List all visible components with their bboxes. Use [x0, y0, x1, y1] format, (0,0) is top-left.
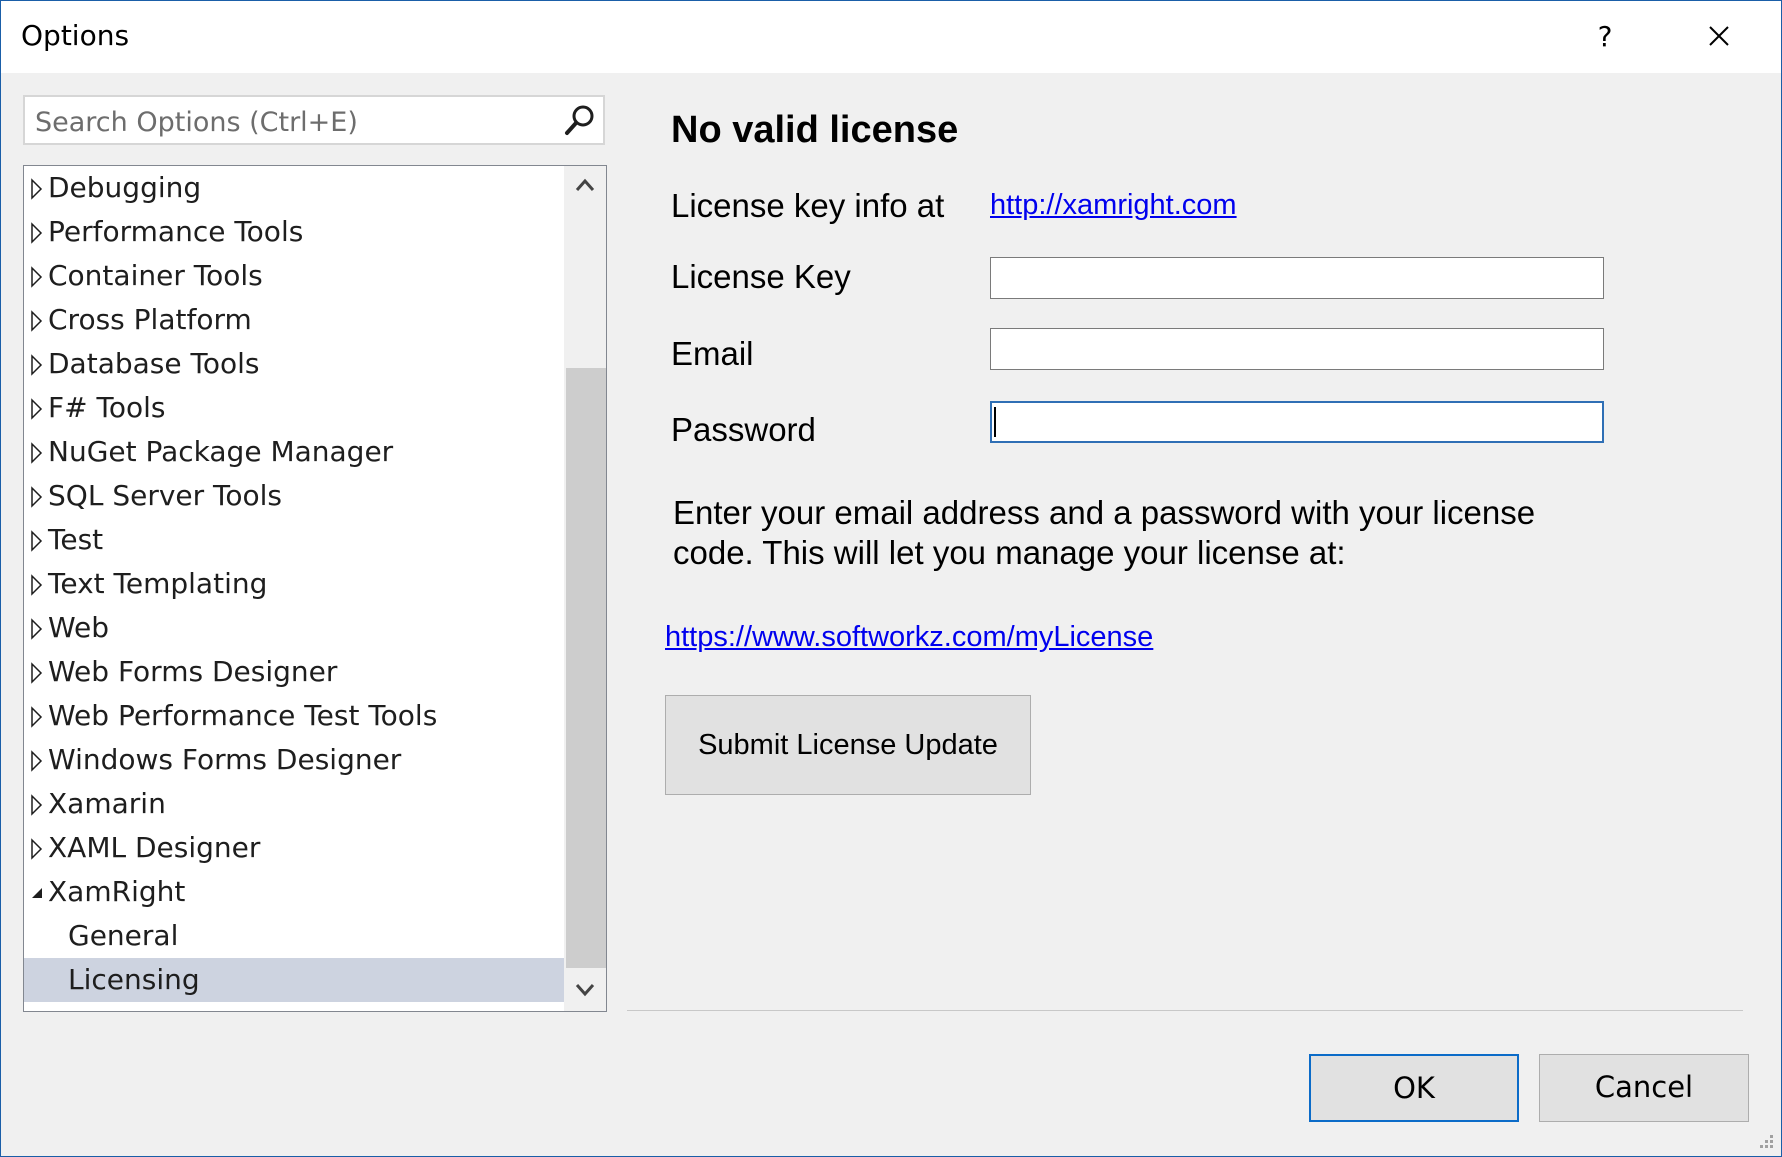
tree-item-label: Web: [48, 611, 110, 644]
scroll-thumb[interactable]: [566, 368, 606, 968]
license-key-field[interactable]: [990, 257, 1604, 299]
tree-item-label: General: [68, 919, 179, 952]
tree-item[interactable]: NuGet Package Manager: [24, 430, 564, 474]
license-description: Enter your email address and a password …: [673, 494, 1536, 571]
tree-item-label: Debugging: [48, 171, 202, 204]
tree-list: Debugging Performance Tools Container Tool…: [24, 166, 564, 1002]
password-field[interactable]: [990, 401, 1604, 443]
ok-button[interactable]: OK: [1309, 1054, 1519, 1122]
tree-item-label: Windows Forms Designer: [48, 743, 402, 776]
tree-item[interactable]: F# Tools: [24, 386, 564, 430]
collapsed-triangle-icon[interactable]: [30, 838, 44, 860]
scroll-up-button[interactable]: [564, 166, 606, 206]
close-icon: [1709, 26, 1729, 46]
collapsed-triangle-icon[interactable]: [30, 750, 44, 772]
tree-item-label: Web Performance Test Tools: [48, 699, 438, 732]
tree-item[interactable]: Xamarin: [24, 782, 564, 826]
tree-item[interactable]: SQL Server Tools: [24, 474, 564, 518]
password-label: Password: [671, 411, 816, 448]
footer-divider: [627, 1010, 1743, 1011]
tree-item-label: Xamarin: [48, 787, 166, 820]
tree-item-label: Performance Tools: [48, 215, 304, 248]
collapsed-triangle-icon[interactable]: [30, 662, 44, 684]
collapsed-triangle-icon[interactable]: [30, 442, 44, 464]
tree-item[interactable]: General: [24, 914, 564, 958]
tree-item[interactable]: Web: [24, 606, 564, 650]
search-icon[interactable]: [563, 103, 597, 137]
collapsed-triangle-icon[interactable]: [30, 178, 44, 200]
text-caret: [994, 407, 996, 437]
tree-item-label: XAML Designer: [48, 831, 261, 864]
tree-item[interactable]: XamRight: [24, 870, 564, 914]
options-dialog: Options ? Search Options (Ctrl+E) Debugg…: [0, 0, 1782, 1157]
collapsed-triangle-icon[interactable]: [30, 310, 44, 332]
help-button[interactable]: ?: [1581, 15, 1629, 59]
collapsed-triangle-icon[interactable]: [30, 398, 44, 420]
tree-item[interactable]: Text Templating: [24, 562, 564, 606]
options-tree[interactable]: Debugging Performance Tools Container Tool…: [23, 165, 607, 1012]
tree-item-label: Text Templating: [48, 567, 268, 600]
tree-item[interactable]: Test: [24, 518, 564, 562]
title-bar[interactable]: Options ?: [1, 1, 1781, 73]
tree-item[interactable]: Cross Platform: [24, 298, 564, 342]
tree-item[interactable]: Database Tools: [24, 342, 564, 386]
collapsed-triangle-icon[interactable]: [30, 354, 44, 376]
email-field[interactable]: [990, 328, 1604, 370]
tree-item-label: Cross Platform: [48, 303, 252, 336]
tree-item-label: Web Forms Designer: [48, 655, 338, 688]
resize-grip-icon[interactable]: [1757, 1132, 1775, 1150]
collapsed-triangle-icon[interactable]: [30, 486, 44, 508]
xamright-link[interactable]: http://xamright.com: [990, 189, 1237, 222]
collapsed-triangle-icon[interactable]: [30, 222, 44, 244]
tree-item[interactable]: Windows Forms Designer: [24, 738, 564, 782]
tree-item-label: Container Tools: [48, 259, 263, 292]
collapsed-triangle-icon[interactable]: [30, 618, 44, 640]
search-box[interactable]: Search Options (Ctrl+E): [23, 95, 605, 145]
tree-item-label: SQL Server Tools: [48, 479, 283, 512]
tree-item-label: F# Tools: [48, 391, 166, 424]
tree-item[interactable]: Web Forms Designer: [24, 650, 564, 694]
email-input[interactable]: [991, 329, 1603, 369]
collapsed-triangle-icon[interactable]: [30, 706, 44, 728]
collapsed-triangle-icon[interactable]: [30, 794, 44, 816]
tree-item[interactable]: XAML Designer: [24, 826, 564, 870]
tree-item-label: Licensing: [68, 963, 200, 996]
tree-item-label: Database Tools: [48, 347, 260, 380]
license-heading: No valid license: [671, 109, 959, 151]
tree-item[interactable]: Web Performance Test Tools: [24, 694, 564, 738]
tree-item[interactable]: Licensing: [24, 958, 564, 1002]
scroll-down-button[interactable]: [564, 971, 606, 1011]
manage-license-link[interactable]: https://www.softworkz.com/myLicense: [665, 621, 1153, 654]
collapsed-triangle-icon[interactable]: [30, 266, 44, 288]
tree-item-label: XamRight: [48, 875, 186, 908]
expanded-triangle-icon[interactable]: [30, 882, 44, 904]
tree-item-label: NuGet Package Manager: [48, 435, 394, 468]
chevron-up-icon: [575, 178, 595, 191]
tree-item-label: Test: [48, 523, 104, 556]
submit-license-button[interactable]: Submit License Update: [665, 695, 1031, 795]
window-title: Options: [21, 19, 130, 52]
password-input[interactable]: [992, 403, 1602, 441]
license-key-input[interactable]: [991, 258, 1603, 298]
cancel-button[interactable]: Cancel: [1539, 1054, 1749, 1122]
chevron-down-icon: [575, 984, 595, 997]
tree-scrollbar[interactable]: [564, 166, 606, 1011]
collapsed-triangle-icon[interactable]: [30, 574, 44, 596]
tree-item[interactable]: Container Tools: [24, 254, 564, 298]
search-input[interactable]: Search Options (Ctrl+E): [35, 107, 358, 138]
tree-item[interactable]: Debugging: [24, 166, 564, 210]
email-label: Email: [671, 335, 754, 372]
close-button[interactable]: [1695, 15, 1743, 59]
license-key-label: License Key: [671, 258, 851, 295]
license-info-label: License key info at: [671, 187, 945, 224]
collapsed-triangle-icon[interactable]: [30, 530, 44, 552]
tree-item[interactable]: Performance Tools: [24, 210, 564, 254]
